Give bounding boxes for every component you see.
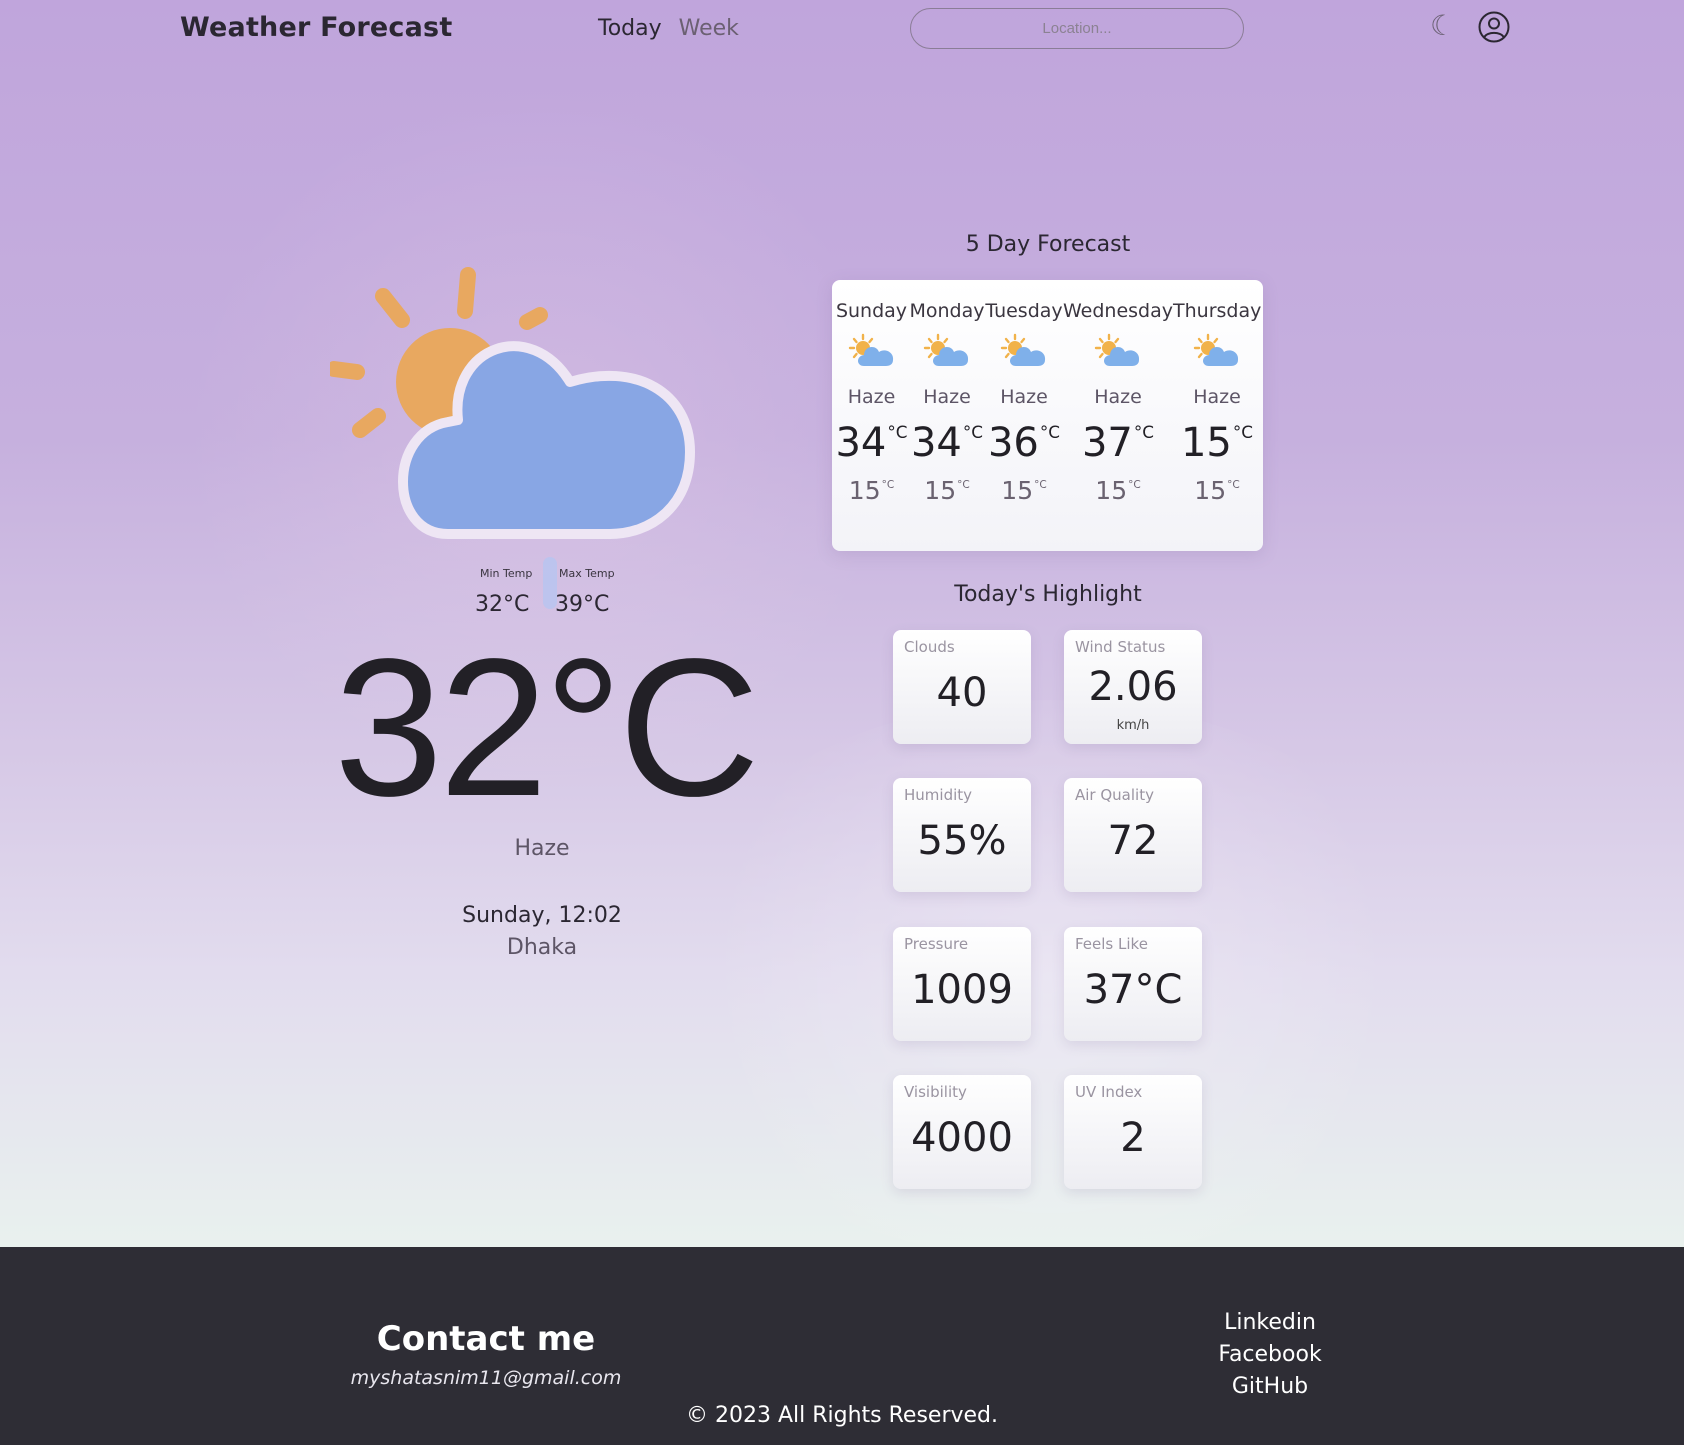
forecast-max-temp: 34°C [835, 420, 908, 466]
contact-title: Contact me [376, 1319, 596, 1359]
min-temp-label: Min Temp [480, 567, 533, 580]
forecast-condition: Haze [847, 386, 896, 408]
forecast-max-temp: 15°C [1180, 420, 1253, 466]
highlight-value: 72 [1107, 818, 1159, 864]
user-profile-icon[interactable] [1478, 11, 1510, 43]
highlight-label: Clouds [904, 638, 955, 656]
sun-behind-cloud-icon [1193, 333, 1239, 366]
forecast-min-temp: 15°C [848, 476, 895, 505]
background-glow [650, 700, 1450, 1247]
highlight-label: Visibility [904, 1083, 967, 1101]
forecast-title: 5 Day Forecast [965, 232, 1131, 257]
forecast-temp-unit: °C [1039, 422, 1060, 443]
facebook-link[interactable]: Facebook [1170, 1339, 1370, 1371]
forecast-temp-unit: °C [1128, 478, 1141, 491]
forecast-max-temp: 34°C [910, 420, 983, 466]
forecast-day: Monday Haze 34°C 15°C [909, 280, 985, 551]
visibility-card: Visibility 4000 [893, 1075, 1031, 1189]
pressure-card: Pressure 1009 [893, 927, 1031, 1041]
min-temp-value: 32°C [475, 592, 530, 617]
view-tabs: Today Week [598, 16, 749, 41]
highlight-label: Air Quality [1075, 786, 1154, 804]
forecast-condition: Haze [1193, 386, 1241, 408]
current-city: Dhaka [506, 935, 578, 960]
feels-like-card: Feels Like 37°C [1064, 927, 1202, 1041]
highlight-value: 2 [1120, 1115, 1146, 1161]
sun-behind-cloud-icon [1000, 333, 1046, 366]
highlight-label: Feels Like [1075, 935, 1148, 953]
forecast-day-name: Thursday [1173, 300, 1262, 322]
forecast-condition: Haze [1000, 386, 1048, 408]
max-temp-value: 39°C [555, 592, 610, 617]
highlight-label: Pressure [904, 935, 969, 953]
max-temp-label: Max Temp [559, 567, 615, 580]
highlight-label: Wind Status [1075, 638, 1166, 656]
forecast-temp-unit: °C [887, 422, 908, 443]
highlight-unit: km/h [1116, 718, 1150, 733]
highlight-value: 40 [936, 670, 988, 716]
forecast-card: Sunday Haze 34°C 15°C Monday Haze 34°C 15°C Tues… [832, 280, 1263, 551]
app-title: Weather Forecast [180, 12, 453, 43]
sun-behind-cloud-icon [848, 333, 893, 366]
forecast-condition: Haze [1094, 386, 1142, 408]
github-link[interactable]: GitHub [1170, 1371, 1370, 1403]
forecast-min-temp: 15°C [1001, 476, 1047, 505]
current-temperature: 32°C [334, 618, 760, 837]
linkedin-link[interactable]: Linkedin [1170, 1307, 1370, 1339]
highlight-label: UV Index [1075, 1083, 1143, 1101]
humidity-card: Humidity 55% [893, 778, 1031, 892]
forecast-day-name: Monday [909, 300, 985, 322]
forecast-min-temp: 15°C [1095, 476, 1141, 505]
footer: Contact me myshatasnim11@gmail.com Linke… [0, 1247, 1684, 1445]
social-links: Linkedin Facebook GitHub [1170, 1307, 1370, 1403]
highlight-value: 37°C [1083, 967, 1183, 1013]
sun-behind-cloud-icon [330, 267, 695, 539]
forecast-temp-unit: °C [962, 422, 983, 443]
highlight-value: 4000 [911, 1115, 1013, 1161]
forecast-day: Wednesday Haze 37°C 15°C [1063, 280, 1173, 551]
copyright: © 2023 All Rights Reserved. [685, 1403, 999, 1428]
forecast-day-name: Wednesday [1063, 300, 1174, 322]
forecast-temp-unit: °C [957, 478, 970, 491]
wind-status-card: Wind Status 2.06 km/h [1064, 630, 1202, 744]
forecast-condition: Haze [923, 386, 971, 408]
forecast-day: Sunday Haze 34°C 15°C [834, 280, 909, 551]
current-datetime: Sunday, 12:02 [462, 903, 622, 928]
forecast-day-name: Tuesday [985, 300, 1063, 322]
forecast-min-temp: 15°C [1194, 476, 1240, 505]
forecast-temp-unit: °C [1227, 478, 1240, 491]
forecast-max-temp: 37°C [1081, 420, 1154, 466]
forecast-temp-unit: °C [1232, 422, 1253, 443]
air-quality-card: Air Quality 72 [1064, 778, 1202, 892]
sun-behind-cloud-icon [923, 333, 969, 366]
current-condition: Haze [514, 836, 570, 861]
tab-today[interactable]: Today [598, 16, 662, 41]
dark-mode-moon-icon[interactable]: ☾ [1430, 12, 1455, 40]
forecast-temp-unit: °C [881, 478, 895, 491]
forecast-max-temp: 36°C [987, 420, 1060, 466]
sun-behind-cloud-icon [1094, 333, 1140, 366]
highlight-value: 1009 [911, 967, 1013, 1013]
contact-email[interactable]: myshatasnim11@gmail.com [336, 1367, 636, 1389]
forecast-day-name: Sunday [835, 300, 908, 322]
forecast-day: Tuesday Haze 36°C 15°C [985, 280, 1063, 551]
uv-index-card: UV Index 2 [1064, 1075, 1202, 1189]
clouds-card: Clouds 40 [893, 630, 1031, 744]
tab-week[interactable]: Week [679, 16, 739, 41]
location-search-input[interactable] [910, 8, 1244, 49]
forecast-min-temp: 15°C [924, 476, 970, 505]
top-navbar: Weather Forecast Today Week ☾ [0, 0, 1684, 60]
page-background: Weather Forecast Today Week ☾ Min Temp M… [0, 0, 1684, 1247]
forecast-temp-unit: °C [1034, 478, 1047, 491]
highlight-value: 2.06 [1088, 664, 1178, 710]
forecast-day: Thursday Haze 15°C 15°C [1173, 280, 1261, 551]
highlight-value: 55% [917, 818, 1007, 864]
highlights-title: Today's Highlight [954, 582, 1142, 607]
highlight-label: Humidity [904, 786, 973, 804]
forecast-temp-unit: °C [1133, 422, 1154, 443]
